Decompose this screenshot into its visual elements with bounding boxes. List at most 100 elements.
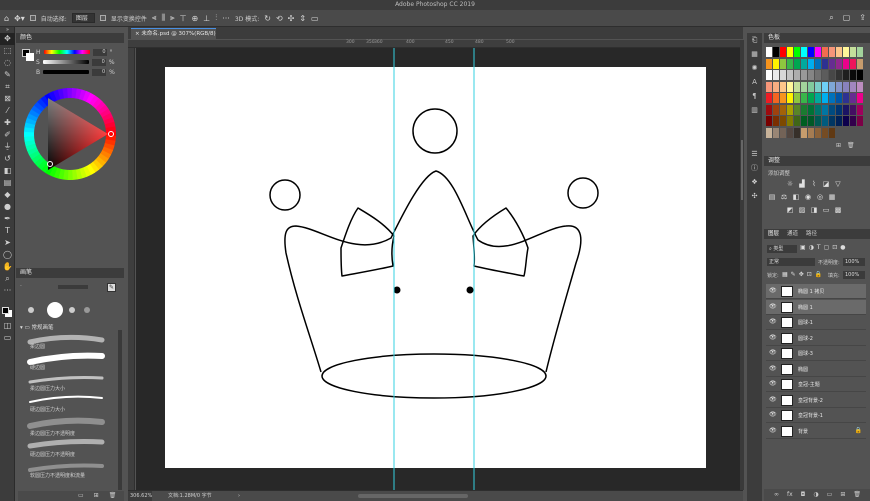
layer-name[interactable]: 圆球-2 [798,335,813,342]
align-top-icon[interactable]: ⊤ [180,14,187,23]
stamp-tool-icon[interactable]: ⏚ [0,141,15,153]
history-brush-tool-icon[interactable]: ↺ [0,153,15,165]
styles-icon[interactable]: ❖ [747,175,762,189]
lock-icon[interactable]: 🔒 [855,427,862,434]
layer-filter-kind[interactable]: ⌕ 类型 [767,245,797,253]
blend-mode-dropdown[interactable]: 正常 [767,258,815,266]
layer-name[interactable]: 皇冠-主题 [798,381,820,388]
color-balance-icon[interactable]: ⚖ [780,193,788,201]
color-swatch[interactable] [766,93,772,103]
color-swatch[interactable] [766,47,772,57]
layer-filter-icons[interactable]: ▣◑T▢⊡● [800,244,849,251]
color-swatch[interactable] [808,58,814,69]
layer-mask-icon[interactable]: ◘ [801,489,806,501]
brush-name[interactable]: 硬边圆压力不透明度 [30,451,75,458]
vertical-scrollbar[interactable] [740,40,744,490]
layer-name[interactable]: 圆球-3 [798,350,813,357]
blur-tool-icon[interactable]: ◆ [0,189,15,201]
color-swatch[interactable] [801,127,807,138]
move-tool-icon[interactable]: ✥ [0,33,15,45]
color-swatch[interactable] [787,70,793,80]
move-tool-icon[interactable]: ✥▾ [14,14,25,23]
share-icon[interactable]: ⇪ [859,13,866,23]
layer-row[interactable]: 👁 皇冠背景-1 [766,408,866,423]
workspace-icon[interactable]: ▢ [843,13,851,23]
color-swatch[interactable] [780,58,786,69]
layer-row[interactable]: 👁 圆球-3 [766,346,866,361]
color-swatch[interactable] [794,104,800,115]
layer-row[interactable]: 👁 圆球-1 [766,315,866,330]
brush-tool-icon[interactable]: ✐ [0,129,15,141]
lasso-tool-icon[interactable]: ◌ [0,57,15,69]
channel-mixer-icon[interactable]: ◎ [816,193,824,201]
delete-swatch-icon[interactable]: 🗑 [847,142,855,149]
info-icon[interactable]: ⓘ [747,161,762,175]
visibility-eye-icon[interactable]: 👁 [769,303,777,310]
drag-3d-icon[interactable]: ✣ [288,14,295,23]
gradient-tool-icon[interactable]: ▤ [0,177,15,189]
color-swatch[interactable] [857,116,863,126]
history-icon[interactable]: ⎗ [747,33,762,47]
scale-3d-icon[interactable]: ▭ [311,14,319,23]
color-swatch[interactable] [843,93,849,103]
color-swatch[interactable] [766,70,772,80]
color-swatch[interactable] [857,70,863,80]
color-swatch[interactable] [773,116,779,126]
glyphs-icon[interactable]: ▥ [747,103,762,117]
color-swatch[interactable] [843,104,849,115]
color-swatch[interactable] [773,127,779,138]
brightness-slider[interactable] [43,70,90,74]
properties-icon[interactable]: ☰ [747,147,762,161]
color-swatch[interactable] [815,104,821,115]
saturation-slider[interactable] [42,60,89,64]
color-swatch[interactable] [808,70,814,80]
layer-name[interactable]: 椭圆 1 拷贝 [798,288,824,295]
color-swatch[interactable] [815,47,821,57]
tab-channels[interactable]: 通道 [787,229,798,239]
color-swatch[interactable] [850,47,856,57]
chevron-right-icon[interactable]: › [238,491,240,501]
paragraph-icon[interactable]: ¶ [747,89,762,103]
gradient-map-icon[interactable]: ▭ [822,206,830,214]
color-swatch[interactable] [829,116,835,126]
color-swatch[interactable] [829,93,835,103]
layer-thumbnail[interactable] [781,332,793,344]
color-swatch[interactable] [787,58,793,69]
color-swatch[interactable] [801,93,807,103]
color-swatch[interactable] [766,127,772,138]
visibility-eye-icon[interactable]: 👁 [769,334,777,341]
visibility-eye-icon[interactable]: 👁 [769,427,777,434]
layer-thumbnail[interactable] [781,301,793,313]
quick-select-tool-icon[interactable]: ✎ [0,69,15,81]
color-swatch[interactable] [773,81,779,92]
color-swatch[interactable] [808,127,814,138]
color-slider-h[interactable]: H 0 ° [36,48,113,56]
visibility-eye-icon[interactable]: 👁 [769,396,777,403]
crown-artwork[interactable] [136,48,740,490]
brush-preset-small[interactable] [28,307,34,313]
color-swatch[interactable] [822,116,828,126]
pen-tool-icon[interactable]: ✒ [0,213,15,225]
crop-tool-icon[interactable]: ⌗ [0,81,15,93]
brush-settings-icon[interactable]: ✎ [107,283,116,292]
foreground-color-swatch[interactable] [2,307,9,314]
crown-body[interactable] [284,170,582,373]
screen-mode-icon[interactable]: ▭ [0,332,15,344]
auto-select-dropdown[interactable]: 图层 [71,13,95,23]
color-swatch[interactable] [766,104,772,115]
color-swatch[interactable] [794,127,800,138]
brush-name[interactable]: 硬边圆压力大小 [30,406,65,413]
frame-tool-icon[interactable]: ⊠ [0,93,15,105]
tab-layers[interactable]: 图层 [768,229,779,239]
color-swatch[interactable] [808,93,814,103]
swatches-panel-tab[interactable]: 色板 [764,33,870,43]
color-swatch[interactable] [801,81,807,92]
color-swatch[interactable] [829,127,835,138]
color-panel-background[interactable] [26,53,34,61]
color-swatch[interactable] [829,70,835,80]
color-wheel[interactable] [20,84,120,184]
color-swatch[interactable] [857,47,863,57]
layer-style-icon[interactable]: fx [787,489,793,501]
color-swatch[interactable] [794,58,800,69]
color-swatch[interactable] [794,70,800,80]
